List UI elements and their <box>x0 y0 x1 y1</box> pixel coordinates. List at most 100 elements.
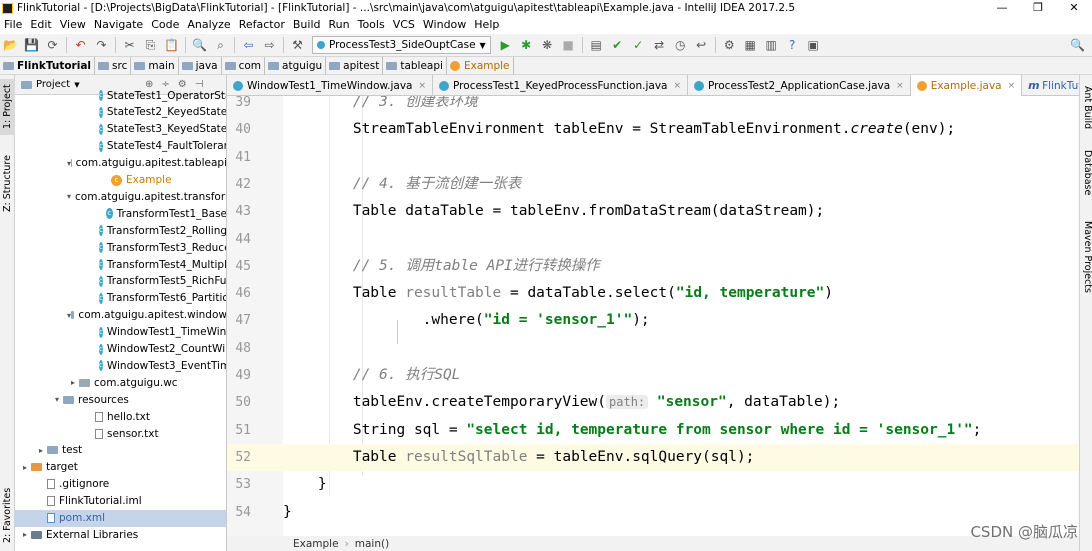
menu-tools[interactable]: Tools <box>354 16 389 34</box>
minimize-button[interactable]: — <box>984 0 1020 16</box>
menu-refactor[interactable]: Refactor <box>235 16 289 34</box>
settings-icon[interactable]: ⚙ <box>721 37 738 54</box>
menu-vcs[interactable]: VCS <box>389 16 419 34</box>
close-icon[interactable]: × <box>673 81 681 91</box>
menu-analyze[interactable]: Analyze <box>183 16 234 34</box>
menu-navigate[interactable]: Navigate <box>90 16 147 34</box>
close-icon[interactable]: × <box>418 81 426 91</box>
tree-row[interactable]: cTransformTest5_RichFunction <box>15 273 226 290</box>
code-line[interactable] <box>283 226 1079 253</box>
help-icon[interactable]: ? <box>784 37 801 54</box>
breadcrumb-item[interactable]: atguigu <box>265 56 327 75</box>
code-line[interactable]: .where("id = 'sensor_1'"); <box>283 307 1079 334</box>
code-line[interactable]: // 4. 基于流创建一张表 <box>283 171 1079 198</box>
editor-tab[interactable]: WindowTest1_TimeWindow.java × <box>227 75 434 96</box>
breadcrumb-item[interactable]: java <box>179 56 222 75</box>
editor-tab[interactable]: ProcessTest2_ApplicationCase.java × <box>688 75 911 96</box>
find-icon[interactable]: 🔍 <box>191 37 208 54</box>
tree-row[interactable]: c TransformTest6_Partition <box>15 290 226 307</box>
tree-row[interactable]: c TransformTest3_Reduce <box>15 239 226 256</box>
sdk-icon[interactable]: ▥ <box>763 37 780 54</box>
stop-icon[interactable]: ■ <box>560 37 577 54</box>
menu-code[interactable]: Code <box>147 16 183 34</box>
code-line[interactable]: // 6. 执行SQL <box>283 362 1079 389</box>
forward-icon[interactable]: ⇨ <box>261 37 278 54</box>
plugin-icon[interactable]: ▣ <box>805 37 822 54</box>
tab-ant-build[interactable]: Ant Build <box>1080 81 1092 135</box>
tree-row[interactable]: cStateTest4_FaultTolerance <box>15 138 226 155</box>
open-folder-icon[interactable]: 📂 <box>2 37 19 54</box>
chevron-right-icon[interactable]: ▸ <box>35 446 47 455</box>
project-structure-icon[interactable]: ▤ <box>588 37 605 54</box>
tree-row[interactable]: hello.txt <box>15 408 226 425</box>
save-all-icon[interactable]: 💾 <box>23 37 40 54</box>
status-crumb-method[interactable]: main() <box>355 538 389 550</box>
code-line[interactable]: Table resultTable = dataTable.select("id… <box>283 280 1079 307</box>
menu-file[interactable]: File <box>0 16 26 34</box>
status-crumb-class[interactable]: Example <box>293 538 339 550</box>
tree-row[interactable]: .gitignore <box>15 476 226 493</box>
tree-row[interactable]: ▾ com.atguigu.apitest.tableapi <box>15 155 226 172</box>
code-line[interactable] <box>283 335 1079 362</box>
code-line[interactable]: } <box>283 499 1079 526</box>
menu-run[interactable]: Run <box>325 16 354 34</box>
breadcrumb-item[interactable]: apitest <box>326 56 384 75</box>
close-icon[interactable]: × <box>896 81 904 91</box>
tree-row[interactable]: FlinkTutorial.iml <box>15 493 226 510</box>
vcs-history-icon[interactable]: ◷ <box>672 37 689 54</box>
tree-row[interactable]: cWindowTest3_EventTimeWindow <box>15 357 226 374</box>
run-icon[interactable]: ▶ <box>497 37 514 54</box>
maximize-button[interactable]: ❐ <box>1020 0 1056 16</box>
redo-icon[interactable]: ↷ <box>93 37 110 54</box>
tab-structure[interactable]: Z: Structure <box>0 153 15 215</box>
menu-help[interactable]: Help <box>470 16 503 34</box>
vcs-update-icon[interactable]: ✔ <box>609 37 626 54</box>
breadcrumb-item[interactable]: tableapi <box>383 56 447 75</box>
editor-tab[interactable]: ProcessTest1_KeyedProcessFunction.java × <box>433 75 689 96</box>
breadcrumb-item[interactable]: Example <box>447 56 514 75</box>
tree-row[interactable]: pom.xml <box>15 509 226 527</box>
code-line[interactable]: } <box>283 471 1079 498</box>
tree-row[interactable]: cTransformTest4_MultipleStreams <box>15 256 226 273</box>
tree-row[interactable]: sensor.txt <box>15 425 226 442</box>
synchronize-icon[interactable]: ⟳ <box>44 37 61 54</box>
breadcrumb-item[interactable]: src <box>95 56 132 75</box>
tree-row[interactable]: cTransformTest2_RollingAggregation <box>15 222 226 239</box>
tree-row[interactable]: ▾ com.atguigu.apitest.transform <box>15 188 226 205</box>
code-line[interactable]: String sql = "select id, temperature fro… <box>283 417 1079 444</box>
coverage-icon[interactable]: ❋ <box>539 37 556 54</box>
code-line[interactable]: tableEnv.createTemporaryView(path: "sens… <box>283 389 1079 416</box>
vcs-compare-icon[interactable]: ⇄ <box>651 37 668 54</box>
vcs-commit-icon[interactable]: ✓ <box>630 37 647 54</box>
back-icon[interactable]: ⇦ <box>240 37 257 54</box>
tree-row[interactable]: ▾ resources <box>15 391 226 408</box>
chevron-right-icon[interactable]: ▸ <box>19 530 31 539</box>
tree-row[interactable]: c TransformTest1_Base <box>15 205 226 222</box>
menu-build[interactable]: Build <box>289 16 325 34</box>
close-button[interactable]: ✕ <box>1056 0 1092 16</box>
tree-row[interactable]: ▸ test <box>15 442 226 459</box>
menu-window[interactable]: Window <box>419 16 470 34</box>
paste-icon[interactable]: 📋 <box>163 37 180 54</box>
menu-edit[interactable]: Edit <box>26 16 55 34</box>
tree-row[interactable]: cWindowTest1_TimeWindow <box>15 324 226 341</box>
tree-row[interactable]: ▸ target <box>15 459 226 476</box>
menu-view[interactable]: View <box>56 16 90 34</box>
copy-icon[interactable]: ⎘ <box>142 37 159 54</box>
tab-favorites[interactable]: 2: Favorites <box>0 483 15 547</box>
vcs-revert-icon[interactable]: ↩ <box>693 37 710 54</box>
tab-project[interactable]: 1: Project <box>0 79 15 135</box>
tab-maven-projects[interactable]: Maven Projects <box>1080 217 1092 297</box>
code-line[interactable]: StreamTableEnvironment tableEnv = Stream… <box>283 116 1079 143</box>
debug-icon[interactable]: ✱ <box>518 37 535 54</box>
project-settings-icon[interactable]: ▦ <box>742 37 759 54</box>
code-line[interactable]: Table dataTable = tableEnv.fromDataStrea… <box>283 198 1079 225</box>
tab-database[interactable]: Database <box>1080 145 1092 201</box>
tree-row[interactable]: c StateTest2_KeyedState <box>15 104 226 121</box>
tree-row[interactable]: cStateTest3_KeyedStateApplicationCase <box>15 121 226 138</box>
tree-row[interactable]: cStateTest1_OperatorState <box>15 87 226 104</box>
tree-row[interactable]: cWindowTest2_CountWindow <box>15 341 226 358</box>
close-icon[interactable]: × <box>1008 81 1016 91</box>
chevron-right-icon[interactable]: ▸ <box>67 378 79 387</box>
code-line[interactable]: Table resultSqlTable = tableEnv.sqlQuery… <box>283 443 1079 471</box>
